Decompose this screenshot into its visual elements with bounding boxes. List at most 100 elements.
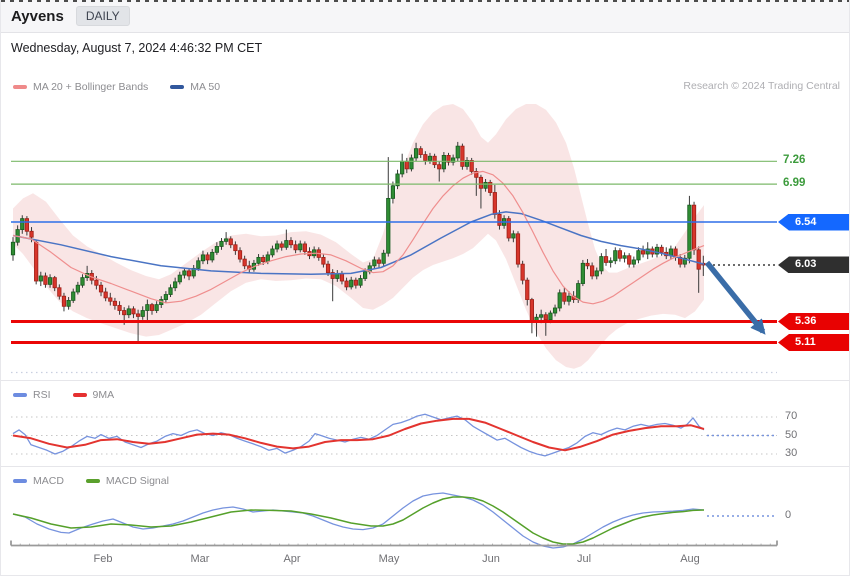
macd-legend-item: MACD Signal	[86, 475, 169, 487]
candle-down	[104, 292, 107, 298]
candle-down	[590, 266, 593, 276]
candle-down	[424, 155, 427, 161]
instrument-title: Ayvens	[11, 8, 64, 25]
candle-down	[303, 244, 306, 252]
candle-down	[99, 285, 102, 292]
rsi-legend-label: 9MA	[93, 389, 115, 401]
macd-legend: MACD MACD Signal	[13, 475, 183, 487]
candle-down	[627, 256, 630, 264]
candle-down	[345, 281, 348, 287]
candle-up	[72, 292, 75, 300]
main-price-chart[interactable]	[1, 62, 850, 380]
candle-down	[234, 245, 237, 251]
candle-down	[586, 263, 589, 266]
macd-legend-label: MACD Signal	[106, 475, 169, 487]
candle-up	[141, 311, 144, 317]
candle-up	[632, 260, 635, 264]
candle-down	[136, 314, 139, 317]
candle-down	[280, 244, 283, 247]
main-legend-label: MA 50	[190, 81, 220, 93]
candle-up	[442, 155, 445, 168]
candle-up	[410, 158, 413, 169]
header-bar: Ayvens DAILY	[1, 0, 849, 33]
candle-down	[438, 165, 441, 169]
candle-up	[391, 186, 394, 199]
main-legend-item: MA 20 + Bollinger Bands	[13, 81, 148, 93]
candle-up	[201, 255, 204, 261]
candle-down	[479, 177, 482, 188]
9ma-swatch-icon	[73, 393, 87, 397]
candle-down	[53, 278, 56, 288]
candle-up	[275, 244, 278, 249]
candle-down	[238, 251, 241, 259]
candle-down	[30, 231, 33, 237]
rsi-legend-label: RSI	[33, 389, 51, 401]
price-badge-6.03: 6.03	[778, 256, 850, 273]
macd-legend-item: MACD	[13, 475, 64, 487]
candle-down	[405, 161, 408, 169]
top-dashed-edge	[1, 0, 849, 2]
candle-down	[58, 288, 61, 296]
month-label-jun: Jun	[474, 553, 508, 565]
chart-datetime: Wednesday, August 7, 2024 4:46:32 PM CET	[11, 41, 262, 55]
macd-zero-label: 0	[785, 509, 791, 521]
candle-down	[461, 146, 464, 166]
candle-down	[433, 156, 436, 164]
candle-up	[539, 315, 542, 318]
candle-down	[326, 264, 329, 272]
candle-up	[614, 251, 617, 261]
candle-down	[377, 260, 380, 263]
candle-up	[359, 278, 362, 285]
candle-down	[354, 280, 357, 285]
month-label-apr: Apr	[275, 553, 309, 565]
candle-up	[178, 275, 181, 282]
candle-down	[243, 259, 246, 266]
candle-up	[512, 234, 515, 238]
candle-down	[187, 271, 190, 276]
candle-up	[623, 256, 626, 259]
candle-up	[637, 251, 640, 260]
panel-divider	[1, 466, 849, 467]
candle-up	[350, 280, 353, 287]
candle-up	[549, 313, 552, 320]
main-legend-item: MA 50	[170, 81, 220, 93]
macd-line	[13, 493, 704, 548]
candle-down	[697, 250, 700, 269]
candle-up	[428, 156, 431, 160]
candle-down	[618, 251, 621, 259]
candle-up	[363, 272, 366, 279]
candle-down	[641, 251, 644, 254]
timeframe-badge[interactable]: DAILY	[76, 6, 130, 26]
candle-up	[266, 255, 269, 262]
macd-swatch-icon	[13, 479, 27, 483]
candle-up	[558, 293, 561, 308]
candle-up	[400, 161, 403, 174]
candle-down	[44, 276, 47, 284]
candle-up	[211, 252, 214, 260]
candle-down	[95, 280, 98, 285]
month-label-may: May	[372, 553, 406, 565]
rsi-legend-item: RSI	[13, 389, 51, 401]
candle-up	[581, 263, 584, 283]
candle-up	[155, 305, 158, 311]
candle-up	[215, 246, 218, 252]
candle-down	[692, 205, 695, 250]
month-label-feb: Feb	[86, 553, 120, 565]
rsi-panel-chart[interactable]	[1, 381, 850, 466]
month-label-aug: Aug	[673, 553, 707, 565]
price-badge-5.11: 5.11	[778, 334, 850, 351]
candle-down	[132, 309, 135, 314]
ma-50-swatch-icon	[170, 85, 184, 89]
rsi-axis-label-30: 30	[785, 447, 797, 459]
candle-down	[229, 239, 232, 245]
candle-down	[289, 241, 292, 245]
month-label-mar: Mar	[183, 553, 217, 565]
candle-up	[387, 198, 390, 253]
candle-up	[285, 241, 288, 248]
rsi-axis-label-50: 50	[785, 429, 797, 441]
macd-legend-label: MACD	[33, 475, 64, 487]
candle-down	[526, 280, 529, 299]
candle-down	[419, 149, 422, 155]
candle-down	[109, 298, 112, 301]
candle-up	[271, 249, 274, 255]
